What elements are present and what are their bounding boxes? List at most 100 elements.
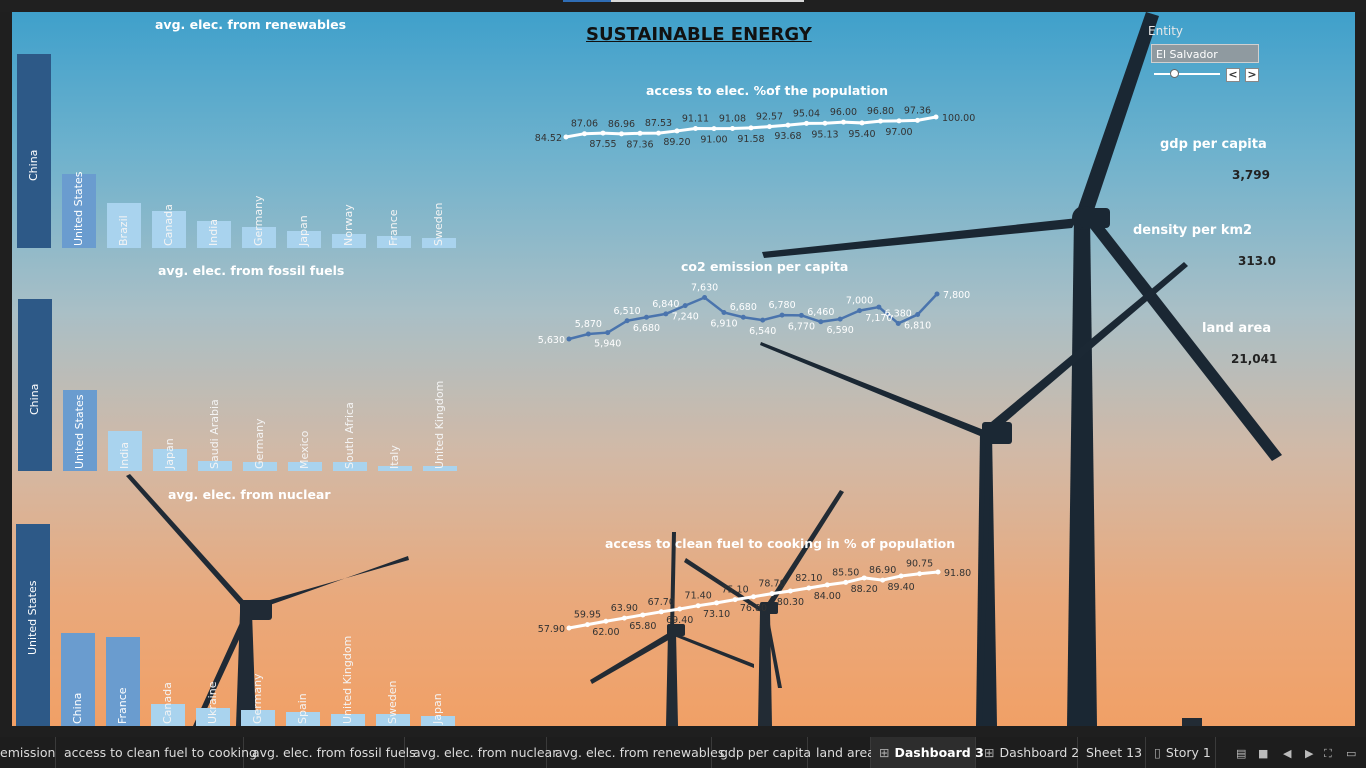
data-point[interactable]: [711, 126, 717, 132]
data-point[interactable]: [563, 134, 569, 140]
data-point[interactable]: [915, 117, 920, 123]
data-point[interactable]: [878, 118, 883, 124]
data-label: 90.75: [906, 559, 933, 570]
data-label: 84.52: [535, 133, 562, 144]
data-point[interactable]: [804, 120, 809, 126]
data-point[interactable]: [785, 122, 791, 128]
sheet-tab-label: Dashboard 3: [894, 745, 984, 760]
data-point[interactable]: [702, 295, 708, 301]
data-label: 100.00: [942, 113, 975, 124]
data-point[interactable]: [779, 312, 785, 318]
data-point[interactable]: [656, 130, 661, 136]
sheet-tab-avg-elec-from-renewables[interactable]: avg. elec. from renewables: [547, 737, 724, 768]
data-point[interactable]: [585, 331, 591, 337]
data-point[interactable]: [619, 131, 624, 137]
data-point[interactable]: [693, 125, 698, 131]
scroll-left-icon[interactable]: ◀: [1283, 747, 1291, 760]
data-point[interactable]: [822, 120, 828, 126]
sheet-tab-label: access to clean fuel to cooking: [64, 745, 257, 760]
data-point[interactable]: [600, 130, 606, 136]
data-point[interactable]: [621, 615, 627, 621]
data-point[interactable]: [695, 603, 701, 609]
data-point[interactable]: [824, 582, 830, 588]
data-point[interactable]: [859, 120, 865, 126]
dashboard-canvas: SUSTAINABLE ENERGY Entity El Salvador < …: [12, 12, 1355, 726]
data-label: 67.70: [648, 597, 675, 608]
data-point[interactable]: [843, 579, 849, 585]
sheet-tab-gdp-per-capita[interactable]: gdp per capita: [712, 737, 811, 768]
data-point[interactable]: [732, 597, 738, 603]
data-point[interactable]: [584, 622, 590, 628]
data-point[interactable]: [876, 304, 882, 310]
present-icon[interactable]: ▭: [1346, 747, 1356, 760]
data-point[interactable]: [915, 312, 921, 318]
data-label: 65.80: [629, 621, 656, 632]
data-point[interactable]: [605, 330, 611, 336]
data-point[interactable]: [751, 594, 756, 600]
data-point[interactable]: [677, 606, 683, 612]
data-point[interactable]: [767, 124, 772, 130]
fullscreen-icon[interactable]: ⛶: [1324, 747, 1332, 761]
data-point[interactable]: [714, 600, 720, 606]
data-point[interactable]: [898, 573, 904, 579]
data-label: 96.80: [867, 106, 894, 117]
show-sheets-icon[interactable]: ■: [1258, 747, 1268, 760]
data-point[interactable]: [798, 312, 804, 318]
line-charts-layer[interactable]: 84.52 87.06 87.55 86.96 87.36 87.53 89.20 91.11…: [12, 12, 1355, 726]
data-label: 6,540: [749, 326, 776, 337]
data-point[interactable]: [861, 575, 867, 581]
story-icon: ▯: [1154, 745, 1161, 760]
data-label: 6,680: [633, 323, 660, 334]
data-point[interactable]: [640, 612, 646, 618]
data-point[interactable]: [787, 588, 793, 594]
data-label: 85.50: [832, 567, 859, 578]
data-point[interactable]: [663, 311, 669, 317]
sheet-tab-label: Sheet 13: [1086, 745, 1143, 760]
sheet-tab-access-to-clean-fuel-to-cooking[interactable]: access to clean fuel to cooking: [56, 737, 257, 768]
data-label: 87.06: [571, 119, 598, 130]
sheet-tab-sheet-13[interactable]: Sheet 13: [1078, 737, 1146, 768]
data-point[interactable]: [769, 591, 775, 597]
data-point[interactable]: [917, 571, 923, 577]
data-point[interactable]: [721, 309, 727, 315]
data-point[interactable]: [896, 118, 902, 124]
data-point[interactable]: [624, 318, 630, 324]
data-point[interactable]: [818, 319, 824, 325]
data-point[interactable]: [566, 625, 572, 631]
data-point[interactable]: [841, 119, 846, 125]
sheet-tab-emission[interactable]: emission: [0, 737, 56, 768]
sheet-tab-label: avg. elec. from fossil fuels: [252, 745, 416, 760]
sheet-tab-avg-elec-from-nuclear[interactable]: avg. elec. from nuclear: [405, 737, 557, 768]
data-point[interactable]: [933, 114, 939, 120]
data-point[interactable]: [682, 303, 688, 309]
data-point[interactable]: [637, 130, 643, 136]
data-point[interactable]: [643, 314, 649, 320]
data-point[interactable]: [730, 126, 735, 132]
sheet-tab-story-1[interactable]: ▯ Story 1: [1146, 737, 1216, 768]
data-point[interactable]: [674, 128, 680, 134]
sheet-tab-dashboard-2[interactable]: ⊞ Dashboard 2: [976, 737, 1079, 768]
data-point[interactable]: [760, 317, 766, 323]
sheet-tab-land-area[interactable]: land area: [808, 737, 875, 768]
data-label: 7,800: [943, 290, 970, 301]
data-point[interactable]: [566, 336, 572, 342]
sheet-tab-avg-elec-from-fossil-fuels[interactable]: avg. elec. from fossil fuels: [244, 737, 416, 768]
data-point[interactable]: [748, 125, 754, 131]
data-point[interactable]: [934, 291, 940, 297]
data-point[interactable]: [740, 314, 746, 320]
data-point[interactable]: [806, 585, 812, 591]
scroll-right-icon[interactable]: ▶: [1305, 747, 1313, 760]
data-point[interactable]: [582, 131, 587, 137]
data-point[interactable]: [880, 577, 886, 583]
data-label: 62.00: [592, 627, 619, 638]
data-point[interactable]: [603, 618, 609, 624]
data-point[interactable]: [857, 308, 863, 314]
sheet-tab-dashboard-3[interactable]: ⊞ Dashboard 3: [871, 737, 984, 768]
show-filmstrip-icon[interactable]: ▤: [1236, 747, 1246, 760]
data-label: 5,630: [538, 335, 565, 346]
data-point[interactable]: [837, 316, 843, 322]
data-point[interactable]: [935, 569, 941, 575]
data-label: 86.96: [608, 119, 635, 130]
data-point[interactable]: [895, 320, 901, 326]
data-point[interactable]: [658, 609, 664, 615]
